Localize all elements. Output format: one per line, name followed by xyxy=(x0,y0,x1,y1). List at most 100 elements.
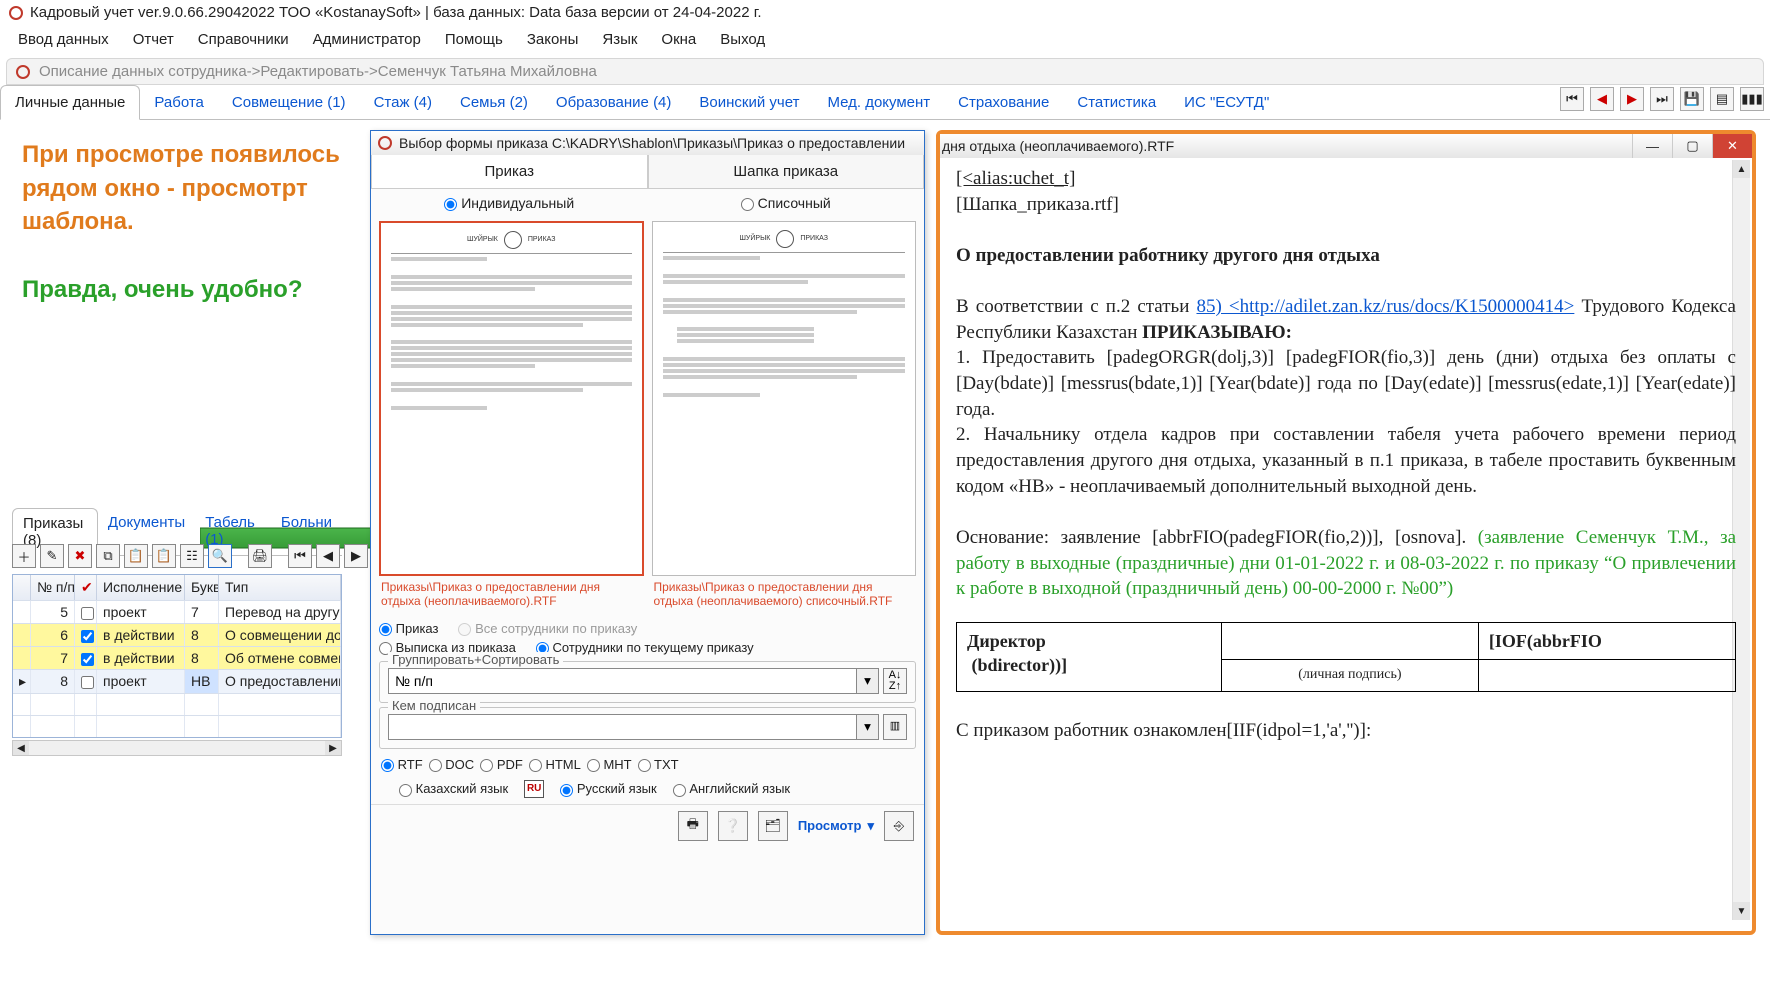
sort-button[interactable]: A↓Z↑ xyxy=(883,668,907,694)
lang-kz[interactable]: Казахский язык xyxy=(399,781,508,796)
fmt-doc[interactable]: DOC xyxy=(429,757,475,772)
annotation-p1: При просмотре появилось рядом окно - про… xyxy=(22,138,352,239)
close-icon[interactable]: ✕ xyxy=(1712,134,1752,158)
breadcrumb: Описание данных сотрудника->Редактироват… xyxy=(39,63,597,80)
tab-insur[interactable]: Страхование xyxy=(944,86,1063,119)
paste-icon[interactable]: 📋 xyxy=(124,544,148,568)
copy-icon[interactable]: ⧉ xyxy=(96,544,120,568)
dlg-tab-header[interactable]: Шапка приказа xyxy=(648,155,925,189)
radio-current-emp[interactable]: Сотрудники по текущему приказу xyxy=(536,640,754,655)
fmt-mht[interactable]: MHT xyxy=(587,757,632,772)
table-row[interactable]: ▸ 8 проект НВ О предоставлении д xyxy=(13,669,341,693)
chevron-down-icon[interactable]: ▾ xyxy=(856,669,878,693)
child-window-header: Описание данных сотрудника->Редактироват… xyxy=(6,58,1764,85)
save-icon[interactable]: 💾 xyxy=(1680,87,1704,111)
tab-work[interactable]: Работа xyxy=(140,86,218,119)
main-tabs: Личные данные Работа Совмещение (1) Стаж… xyxy=(0,85,1770,120)
menu-ref[interactable]: Справочники xyxy=(186,27,301,52)
menu-exit[interactable]: Выход xyxy=(708,27,777,52)
signed-input[interactable] xyxy=(389,715,856,739)
nav-first-icon[interactable]: ⏮ xyxy=(1560,87,1584,111)
nav-last-icon[interactable]: ⏭ xyxy=(1650,87,1674,111)
col-n[interactable]: № п/п xyxy=(31,575,75,600)
tab-med[interactable]: Мед. документ xyxy=(813,86,944,119)
signed-combo[interactable]: ▾ xyxy=(388,714,879,740)
type-radios: Индивидуальный Списочный xyxy=(371,189,924,217)
pv-item2: 2. Начальнику отдела кадров при составле… xyxy=(956,422,1736,499)
template-preview-2[interactable]: ШУЙРЫКПРИКАЗ Приказы\Приказ о предоставл… xyxy=(652,221,917,613)
fmt-html[interactable]: HTML xyxy=(529,757,581,772)
grid-next-icon[interactable]: ▶ xyxy=(344,544,368,568)
col-bukv[interactable]: Букв xyxy=(185,575,219,600)
signature-table: Директор (bdirector))] [IOF(abbrFIO (лич… xyxy=(956,622,1736,692)
menu-help[interactable]: Помощь xyxy=(433,27,515,52)
menu-lang[interactable]: Язык xyxy=(590,27,649,52)
fmt-rtf[interactable]: RTF xyxy=(381,757,423,772)
minimize-icon[interactable]: — xyxy=(1632,134,1672,158)
radio-list[interactable]: Списочный xyxy=(648,189,925,217)
scroll-left-icon[interactable]: ◀ xyxy=(13,741,29,755)
table-row[interactable]: 7 в действии 8 Об отмене совмещен xyxy=(13,646,341,669)
menu-laws[interactable]: Законы xyxy=(515,27,591,52)
props-icon[interactable]: ☷ xyxy=(180,544,204,568)
preview-button[interactable]: Просмотр▾ xyxy=(798,818,874,834)
radio-individual[interactable]: Индивидуальный xyxy=(371,189,648,217)
dialog-footer: 🖶 ❔ 🗂 Просмотр▾ ⎆ xyxy=(371,804,924,847)
tab-stats[interactable]: Статистика xyxy=(1063,86,1170,119)
list-icon[interactable]: ▤ xyxy=(1710,87,1734,111)
radio-order[interactable]: Приказ xyxy=(379,621,438,636)
tab-family[interactable]: Семья (2) xyxy=(446,86,542,119)
col-tip[interactable]: Тип xyxy=(219,575,341,600)
grid-hscrollbar[interactable]: ◀ ▶ xyxy=(12,740,342,756)
nav-prev-icon[interactable]: ◀ xyxy=(1590,87,1614,111)
workspace: При просмотре появилось рядом окно - про… xyxy=(0,120,1770,980)
scroll-right-icon[interactable]: ▶ xyxy=(325,741,341,755)
orders-toolbar: ＋ ✎ ✖ ⧉ 📋 📋 ☷ 🔍 🖨 ⏮ ◀ ▶ xyxy=(12,544,368,568)
save-set-icon[interactable]: 🖶 xyxy=(678,811,708,841)
tab-personal[interactable]: Личные данные xyxy=(0,85,140,120)
menu-report[interactable]: Отчет xyxy=(121,27,186,52)
menu-windows[interactable]: Окна xyxy=(649,27,708,52)
nav-next-icon[interactable]: ▶ xyxy=(1620,87,1644,111)
group-combo[interactable]: ▾ xyxy=(388,668,879,694)
fmt-pdf[interactable]: PDF xyxy=(480,757,523,772)
template-preview-pane: дня отдыха (неоплачиваемого).RTF — ▢ ✕ ▲… xyxy=(936,130,1756,935)
template-previews: ШУЙРЫКПРИКАЗ Приказы\Приказ о предоставл… xyxy=(371,217,924,617)
chevron-down-icon[interactable]: ▾ xyxy=(856,715,878,739)
grid-prev-icon[interactable]: ◀ xyxy=(316,544,340,568)
tab-military[interactable]: Воинский учет xyxy=(685,86,813,119)
pv-para1: В соответствии с п.2 статьи 85) <http://… xyxy=(956,294,1736,345)
help-icon[interactable]: ❔ xyxy=(718,811,748,841)
lang-en[interactable]: Английский язык xyxy=(673,781,790,796)
grid-first-icon[interactable]: ⏮ xyxy=(288,544,312,568)
print-icon[interactable]: 🖨 xyxy=(248,544,272,568)
tab-esutd[interactable]: ИС "ЕСУТД" xyxy=(1170,86,1283,119)
table-row[interactable]: 5 проект 7 Перевод на другую д xyxy=(13,600,341,623)
delete-icon[interactable]: ✖ xyxy=(68,544,92,568)
template-preview-1[interactable]: ШУЙРЫКПРИКАЗ Приказы\Приказ о предоставл… xyxy=(379,221,644,613)
table-row[interactable]: 6 в действии 8 О совмещении долж xyxy=(13,623,341,646)
exit-icon[interactable]: ⎆ xyxy=(884,811,914,841)
add-icon[interactable]: ＋ xyxy=(12,544,36,568)
find-icon[interactable]: 🔍 xyxy=(208,544,232,568)
lang-ru[interactable]: Русский язык xyxy=(560,781,657,796)
menu-admin[interactable]: Администратор xyxy=(301,27,433,52)
paste2-icon[interactable]: 📋 xyxy=(152,544,176,568)
menu-data[interactable]: Ввод данных xyxy=(6,27,121,52)
pv-osnov: Основание: заявление [abbrFIO(padegFIOR(… xyxy=(956,525,1736,602)
preview-title-bar: дня отдыха (неоплачиваемого).RTF — ▢ ✕ xyxy=(940,134,1752,158)
tab-edu[interactable]: Образование (4) xyxy=(542,86,685,119)
dlg-tab-order[interactable]: Приказ xyxy=(371,155,648,189)
fmt-txt[interactable]: TXT xyxy=(638,757,679,772)
tab-combine[interactable]: Совмещение (1) xyxy=(218,86,360,119)
tab-stazh[interactable]: Стаж (4) xyxy=(360,86,446,119)
group-input[interactable] xyxy=(389,669,856,693)
edit-icon[interactable]: ✎ xyxy=(40,544,64,568)
barcode-icon[interactable]: ▮▮▮ xyxy=(1740,87,1764,111)
col-check[interactable]: ✔ xyxy=(75,575,97,600)
signed-pick-button[interactable]: ▥ xyxy=(883,714,907,740)
folder-icon[interactable]: 🗂 xyxy=(758,811,788,841)
law-link[interactable]: 85) <http://adilet.zan.kz/rus/docs/K1500… xyxy=(1196,296,1574,317)
col-isp[interactable]: Исполнение xyxy=(97,575,185,600)
maximize-icon[interactable]: ▢ xyxy=(1672,134,1712,158)
